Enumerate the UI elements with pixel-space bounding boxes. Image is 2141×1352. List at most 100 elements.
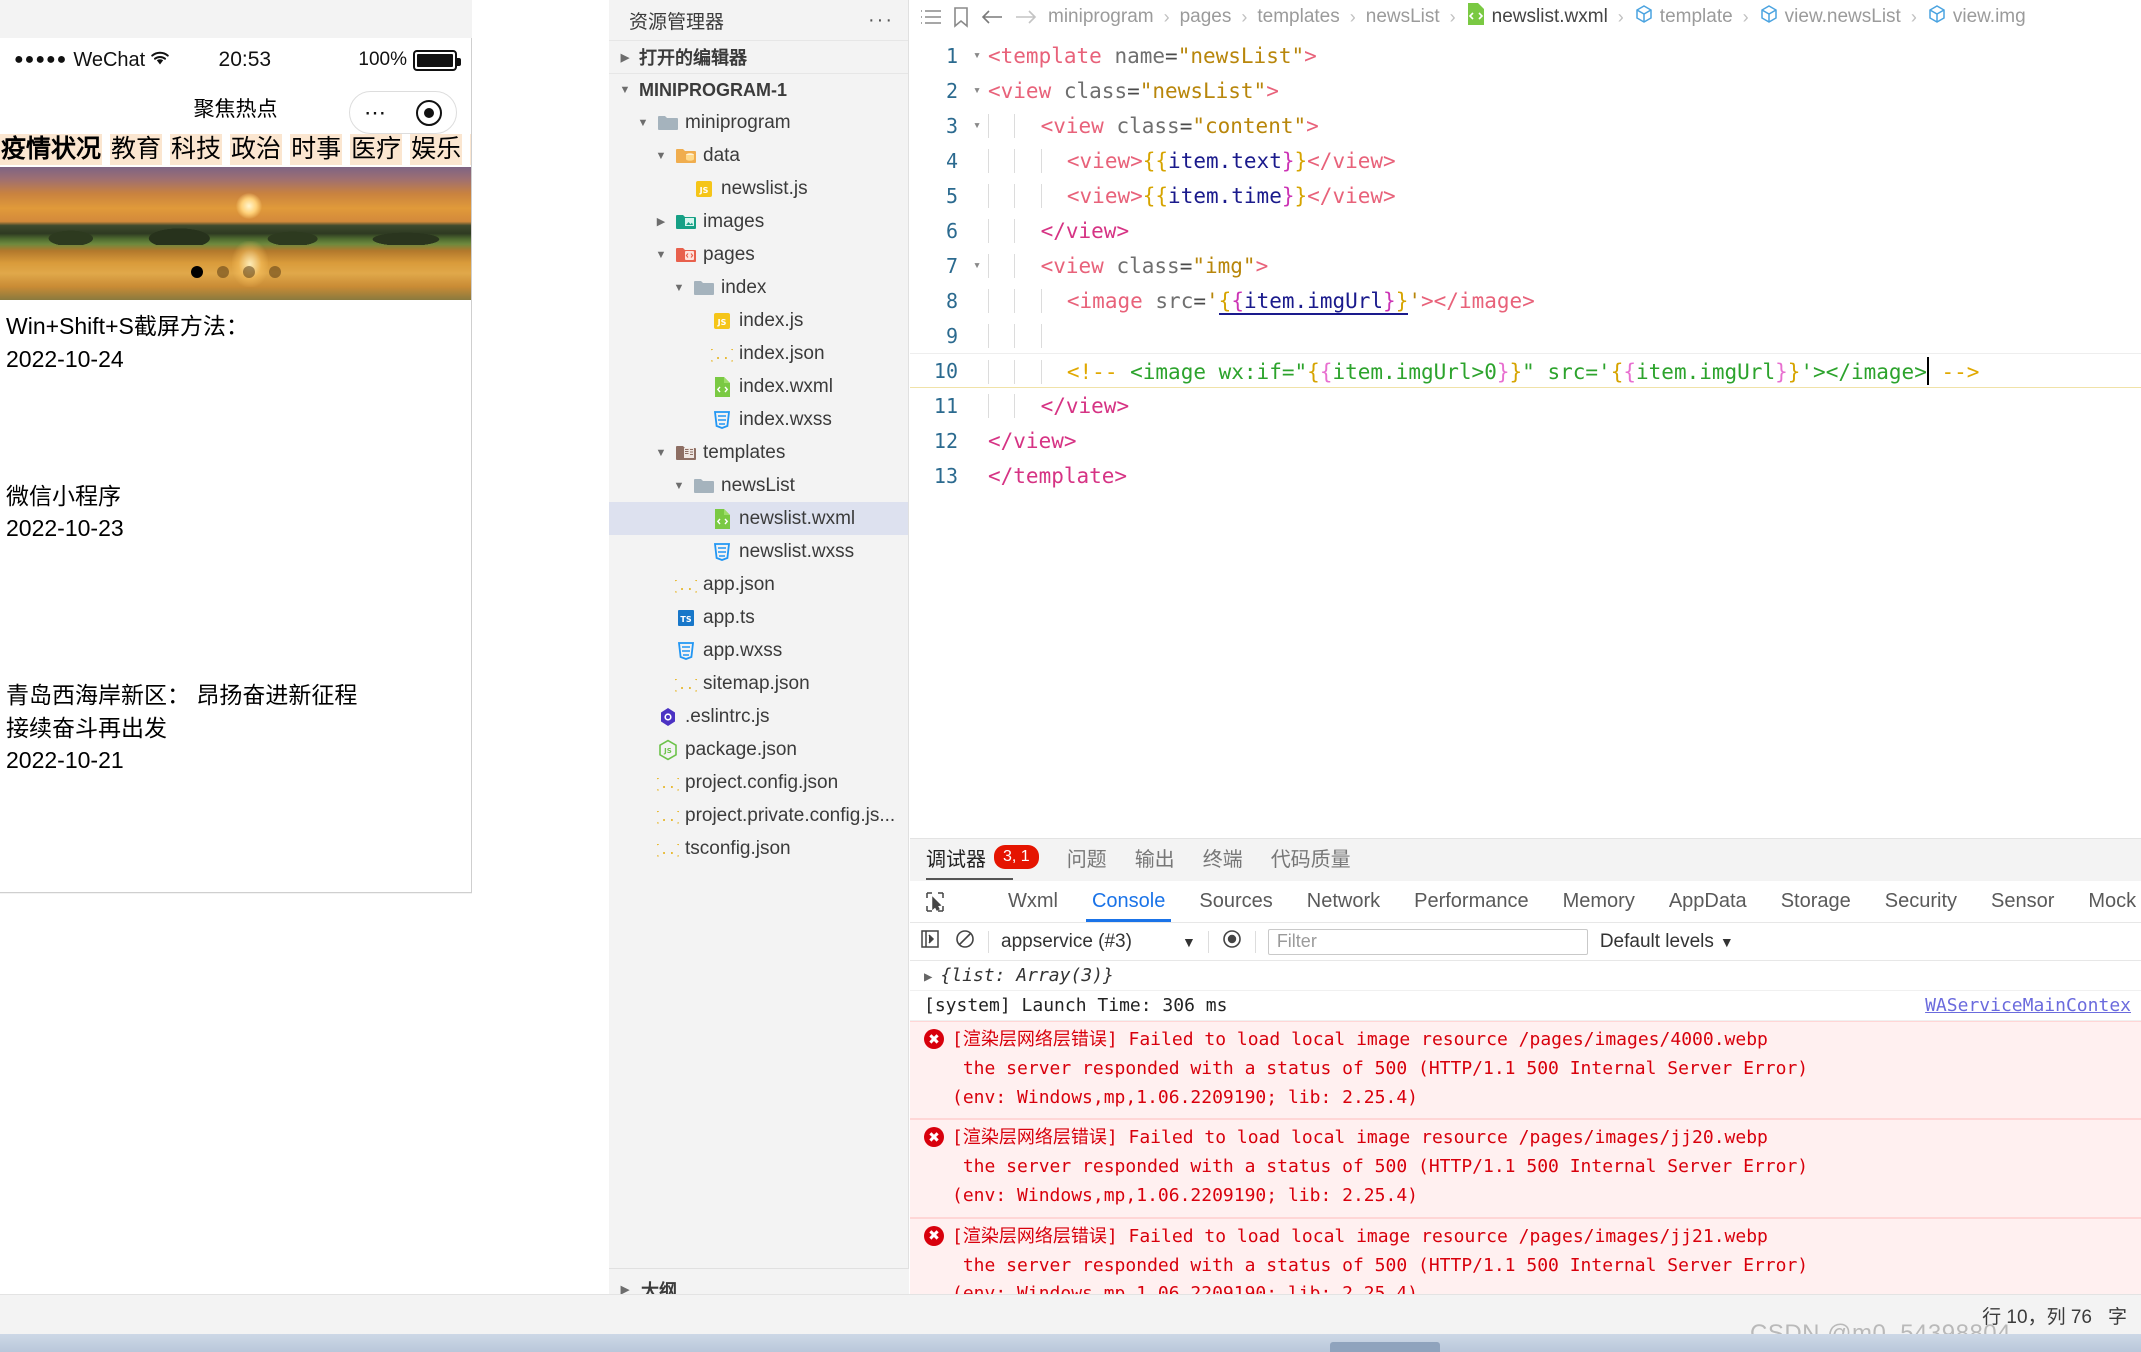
- code-line[interactable]: 2 ▾ <view class="newsList">: [910, 73, 2141, 108]
- eye-icon[interactable]: [1221, 928, 1243, 956]
- file-tree-item-index-json[interactable]: {..} index.json: [609, 337, 908, 370]
- console-toolbar[interactable]: appservice (#3) ▼ Filter Default levels …: [910, 923, 2141, 961]
- list-icon[interactable]: [920, 7, 942, 27]
- code-line[interactable]: 7 ▾ <view class="img">: [910, 248, 2141, 283]
- console-levels-selector[interactable]: Default levels ▼: [1600, 931, 1734, 953]
- code-line[interactable]: 8 <image src='{{item.imgUrl}}'></image>: [910, 283, 2141, 318]
- file-tree-item-miniprogram[interactable]: ▼ miniprogram: [609, 106, 908, 139]
- chevron-down-icon[interactable]: ▼: [671, 480, 687, 492]
- code-line-active[interactable]: 10 <!-- <image wx:if="{{item.imgUrl>0}}"…: [910, 353, 2141, 388]
- news-list-item[interactable]: 微信小程序 2022-10-23: [0, 470, 471, 545]
- swiper-dot-1[interactable]: [191, 266, 203, 279]
- code-line[interactable]: 13 </template>: [910, 458, 2141, 493]
- tab-code-quality[interactable]: 代码质量: [1271, 843, 1351, 878]
- breadcrumb-item-4[interactable]: newslist.wxml: [1466, 2, 1608, 32]
- swiper-dots[interactable]: [0, 266, 471, 279]
- code-line[interactable]: 4 <view>{{item.text}}</view>: [910, 143, 2141, 178]
- news-list-item[interactable]: Win+Shift+S截屏方法： 2022-10-24: [0, 300, 471, 375]
- file-tree-item-project-private-config-js-[interactable]: {..} project.private.config.js...: [609, 799, 908, 832]
- devtab-performance[interactable]: Performance: [1412, 882, 1531, 921]
- fold-chevron-icon[interactable]: ▾: [966, 48, 988, 63]
- file-tree-item-tsconfig-json[interactable]: {..} tsconfig.json: [609, 832, 908, 865]
- file-tree-item-data[interactable]: ▼ data: [609, 139, 908, 172]
- fold-chevron-icon[interactable]: ▾: [966, 118, 988, 133]
- debugger-tab-strip[interactable]: 调试器 3, 1 问题 输出 终端 代码质量: [910, 839, 2141, 881]
- code-line[interactable]: 3 ▾ <view class="content">: [910, 108, 2141, 143]
- chevron-down-icon[interactable]: ▼: [1720, 934, 1734, 950]
- file-tree-item--eslintrc-js[interactable]: .eslintrc.js: [609, 700, 908, 733]
- chevron-down-icon[interactable]: ▼: [1182, 934, 1196, 950]
- arrow-left-icon[interactable]: [980, 7, 1004, 27]
- devtab-appdata[interactable]: AppData: [1667, 882, 1749, 921]
- file-tree-item-index[interactable]: ▼ index: [609, 271, 908, 304]
- code-line[interactable]: 11 </view>: [910, 388, 2141, 423]
- chevron-down-icon[interactable]: ▼: [653, 447, 669, 459]
- section-workspace[interactable]: ▼ MINIPROGRAM-1: [609, 73, 908, 106]
- file-tree-item-sitemap-json[interactable]: {..} sitemap.json: [609, 667, 908, 700]
- expand-arrow-icon[interactable]: ▶: [924, 965, 932, 985]
- file-tree-item-app-json[interactable]: {..} app.json: [609, 568, 908, 601]
- file-tree-item-app-ts[interactable]: TS app.ts: [609, 601, 908, 634]
- chevron-right-icon[interactable]: ▶: [617, 51, 633, 64]
- file-tree-item-project-config-json[interactable]: {..} project.config.json: [609, 766, 908, 799]
- file-tree-item-app-wxss[interactable]: app.wxss: [609, 634, 908, 667]
- banner-swiper[interactable]: [0, 167, 471, 301]
- file-tree-item-index-wxml[interactable]: index.wxml: [609, 370, 908, 403]
- devtab-sources[interactable]: Sources: [1197, 882, 1274, 921]
- taskbar-handle[interactable]: [1330, 1342, 1440, 1352]
- bookmark-icon[interactable]: [952, 6, 970, 28]
- category-tab-4[interactable]: 时事: [290, 134, 343, 166]
- file-tree-item-newslist-js[interactable]: JS newslist.js: [609, 172, 908, 205]
- file-tree-item-images[interactable]: ▶ images: [609, 205, 908, 238]
- execute-icon[interactable]: [920, 929, 942, 955]
- chevron-right-icon[interactable]: ▶: [653, 215, 669, 228]
- swiper-dot-3[interactable]: [243, 266, 255, 279]
- breadcrumb[interactable]: miniprogram › pages › templates › newsLi…: [910, 0, 2141, 34]
- devtab-console[interactable]: Console: [1085, 882, 1172, 922]
- chevron-down-icon[interactable]: ▼: [653, 150, 669, 162]
- devtab-network[interactable]: Network: [1305, 882, 1382, 921]
- category-tab-1[interactable]: 教育: [110, 134, 163, 166]
- category-tab-5[interactable]: 医疗: [350, 134, 403, 166]
- code-line[interactable]: 12 </view>: [910, 423, 2141, 458]
- devtab-sensor[interactable]: Sensor: [1989, 882, 2056, 921]
- category-tabs[interactable]: 疫情状况 教育 科技 政治 时事 医疗 娱乐 其: [0, 134, 471, 167]
- tab-debugger[interactable]: 调试器 3, 1: [926, 843, 1039, 880]
- devtab-mock[interactable]: Mock: [2086, 882, 2138, 921]
- chevron-down-icon[interactable]: ▼: [671, 282, 687, 294]
- console-source-link[interactable]: WAServiceMainContex: [1925, 995, 2131, 1016]
- chevron-down-icon[interactable]: ▼: [617, 84, 633, 96]
- category-tab-7[interactable]: 其: [470, 134, 471, 166]
- file-tree-item-newslist-wxml[interactable]: newslist.wxml: [609, 502, 908, 535]
- category-tab-3[interactable]: 政治: [230, 134, 283, 166]
- console-message-object[interactable]: ▶ {list: Array(3)}: [910, 961, 2141, 991]
- clear-console-icon[interactable]: [954, 928, 976, 956]
- category-tab-0[interactable]: 疫情状况: [0, 134, 103, 166]
- file-tree-item-index-js[interactable]: JS index.js: [609, 304, 908, 337]
- tab-output[interactable]: 输出: [1135, 843, 1175, 878]
- swiper-dot-2[interactable]: [217, 266, 229, 279]
- file-tree-item-templates[interactable]: ▼ templates: [609, 436, 908, 469]
- console-context-selector[interactable]: appservice (#3) ▼: [1001, 931, 1196, 953]
- breadcrumb-item-0[interactable]: miniprogram: [1048, 6, 1154, 28]
- chevron-down-icon[interactable]: ▼: [653, 249, 669, 261]
- file-tree-item-package-json[interactable]: JS package.json: [609, 733, 908, 766]
- console-filter-input[interactable]: Filter: [1267, 928, 1588, 955]
- code-line[interactable]: 1 ▾ <template name="newsList">: [910, 38, 2141, 73]
- code-line[interactable]: 5 <view>{{item.time}}</view>: [910, 178, 2141, 213]
- file-tree-item-index-wxss[interactable]: index.wxss: [609, 403, 908, 436]
- breadcrumb-item-3[interactable]: newsList: [1366, 6, 1440, 28]
- breadcrumb-item-7[interactable]: view.img: [1927, 4, 2026, 30]
- file-tree[interactable]: ▼ miniprogram ▼ data JS newslist.js ▶ images ▼ pa…: [609, 106, 908, 865]
- devtab-wxml[interactable]: Wxml: [1006, 882, 1060, 921]
- close-target-icon[interactable]: [416, 99, 442, 126]
- breadcrumb-item-6[interactable]: view.newsList: [1759, 4, 1901, 30]
- inspect-element-icon[interactable]: [924, 891, 946, 913]
- menu-dots-icon[interactable]: ⋯: [364, 101, 388, 124]
- devtab-memory[interactable]: Memory: [1561, 882, 1637, 921]
- tab-problems[interactable]: 问题: [1067, 843, 1107, 878]
- breadcrumb-item-5[interactable]: template: [1634, 4, 1733, 30]
- wechat-capsule[interactable]: ⋯: [349, 91, 457, 134]
- file-tree-item-pages[interactable]: ▼ pages: [609, 238, 908, 271]
- fold-chevron-icon[interactable]: ▾: [966, 258, 988, 273]
